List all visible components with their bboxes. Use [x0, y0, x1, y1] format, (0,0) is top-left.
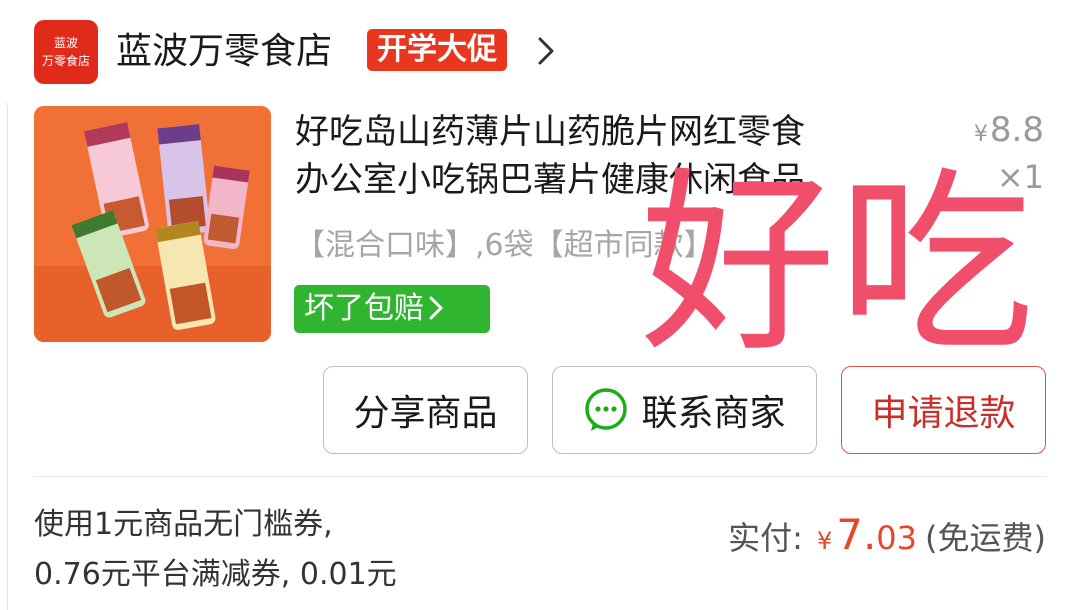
- shipping-note: (免运费): [925, 519, 1046, 557]
- store-logo-line2: 万零食店: [41, 54, 90, 68]
- paid-label: 实付:: [728, 519, 803, 557]
- order-detail-page: 蓝波 万零食店 蓝波万零食店 开学大促 好吃岛山药薄片山药脆片网红零食 办公室小…: [0, 0, 1080, 610]
- product-photo-illustration: [34, 106, 271, 342]
- share-product-button[interactable]: 分享商品: [323, 366, 528, 454]
- product-title[interactable]: 好吃岛山药薄片山药脆片网红零食 办公室小吃锅巴薯片健康休闲食品: [295, 108, 905, 204]
- guarantee-tag[interactable]: 坏了包赔: [294, 285, 490, 333]
- coupon-line1: 使用1元商品无门槛券,: [34, 507, 333, 542]
- store-logo-line1: 蓝波: [53, 36, 78, 50]
- product-title-line2: 办公室小吃锅巴薯片健康休闲食品: [295, 160, 805, 200]
- divider: [34, 476, 1046, 477]
- price-value: 8.8: [989, 110, 1044, 150]
- product-price: ¥8.8: [974, 110, 1044, 150]
- wechat-chat-icon: [585, 388, 628, 431]
- store-header[interactable]: 蓝波 万零食店 蓝波万零食店 开学大促: [0, 0, 1080, 100]
- promo-badge[interactable]: 开学大促: [367, 29, 507, 71]
- sku-spec: 【混合口味】,6袋【超市同款】: [295, 228, 714, 263]
- coupon-line2: 0.76元平台满减券, 0.01元: [34, 557, 397, 592]
- paid-amount: 实付: ¥ 7. 03 (免运费): [728, 510, 1046, 559]
- paid-decimal: 03: [876, 519, 918, 557]
- product-title-line1: 好吃岛山药薄片山药脆片网红零食: [295, 112, 805, 152]
- guarantee-tag-label: 坏了包赔: [304, 291, 424, 326]
- price-currency: ¥: [973, 122, 988, 147]
- product-quantity: ×1: [996, 158, 1044, 196]
- chevron-right-icon: [429, 296, 443, 320]
- request-refund-button[interactable]: 申请退款: [841, 366, 1046, 454]
- contact-seller-button[interactable]: 联系商家: [552, 366, 817, 454]
- product-image[interactable]: [34, 106, 271, 342]
- coupon-info: 使用1元商品无门槛券, 0.76元平台满减券, 0.01元: [34, 500, 494, 600]
- paid-currency: ¥: [816, 527, 833, 555]
- product-card[interactable]: 好吃岛山药薄片山药脆片网红零食 办公室小吃锅巴薯片健康休闲食品 ¥8.8 ×1 …: [0, 100, 1080, 610]
- contact-seller-label: 联系商家: [641, 393, 786, 434]
- card-edge: [0, 100, 8, 610]
- paid-integer: 7.: [836, 510, 877, 559]
- chevron-right-icon[interactable]: [536, 36, 556, 66]
- store-logo[interactable]: 蓝波 万零食店: [34, 20, 98, 84]
- store-name[interactable]: 蓝波万零食店: [116, 26, 332, 78]
